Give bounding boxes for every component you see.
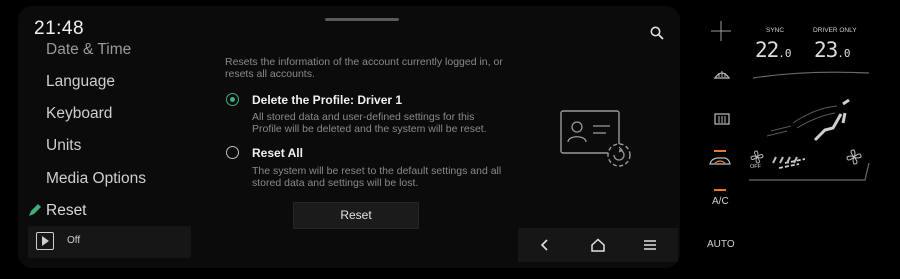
back-icon[interactable] — [536, 236, 554, 254]
menu-icon[interactable] — [641, 236, 659, 254]
pencil-icon — [29, 204, 41, 216]
temp-right[interactable]: 23.0 — [814, 38, 851, 62]
drag-handle[interactable] — [325, 18, 399, 21]
fan-status: OFF — [750, 164, 761, 170]
sidebar-item-units[interactable]: Units — [46, 137, 81, 155]
media-widget[interactable]: Off — [28, 226, 191, 258]
fan-right-icon[interactable] — [846, 149, 862, 165]
fan-control-icon[interactable] — [710, 20, 732, 42]
option-reset-all-description: The system will be reset to the default … — [252, 165, 502, 189]
fan-icon[interactable] — [750, 150, 764, 164]
sidebar-item-date-time[interactable]: Date & Time — [46, 41, 131, 59]
recirculation-icon[interactable] — [709, 155, 731, 167]
defrost-rear-icon[interactable] — [714, 112, 730, 126]
temp-left[interactable]: 22.0 — [755, 38, 792, 62]
fan-speed-indicator — [772, 156, 798, 164]
sidebar-item-language[interactable]: Language — [46, 73, 115, 91]
recirculation-indicator — [714, 150, 726, 152]
option-delete-profile-description: All stored data and user-defined setting… — [252, 111, 487, 135]
defrost-front-icon[interactable] — [714, 67, 730, 81]
reset-intro: Resets the information of the account cu… — [225, 56, 503, 80]
sidebar-item-media-options[interactable]: Media Options — [46, 170, 146, 188]
driver-only-label[interactable]: DRIVER ONLY — [813, 27, 857, 34]
media-play-icon[interactable] — [36, 232, 54, 250]
ac-button[interactable]: A/C — [712, 196, 729, 207]
sidebar-item-keyboard[interactable]: Keyboard — [46, 105, 112, 123]
sync-label[interactable]: SYNC — [766, 27, 784, 34]
media-status: Off — [67, 235, 81, 246]
nav-bar — [518, 228, 678, 262]
infotainment-screen: 21:48 Date & Time Language Keyboard Unit… — [18, 6, 680, 268]
option-delete-profile-label[interactable]: Delete the Profile: Driver 1 — [252, 93, 402, 107]
seat-airflow-icon[interactable] — [745, 68, 875, 188]
ac-indicator — [714, 189, 726, 191]
option-reset-all-label[interactable]: Reset All — [252, 146, 303, 160]
climate-panel: SYNC DRIVER ONLY 22.0 23.0 OFF A/C AUTO — [690, 0, 900, 279]
profile-reset-illustration — [560, 110, 631, 167]
auto-button[interactable]: AUTO — [707, 239, 735, 250]
sidebar-item-reset[interactable]: Reset — [46, 202, 87, 220]
reset-button[interactable]: Reset — [293, 202, 419, 229]
radio-delete-profile[interactable] — [226, 93, 239, 106]
home-icon[interactable] — [589, 236, 607, 254]
clock: 21:48 — [34, 18, 85, 39]
radio-reset-all[interactable] — [226, 146, 239, 159]
search-icon[interactable] — [650, 26, 664, 40]
